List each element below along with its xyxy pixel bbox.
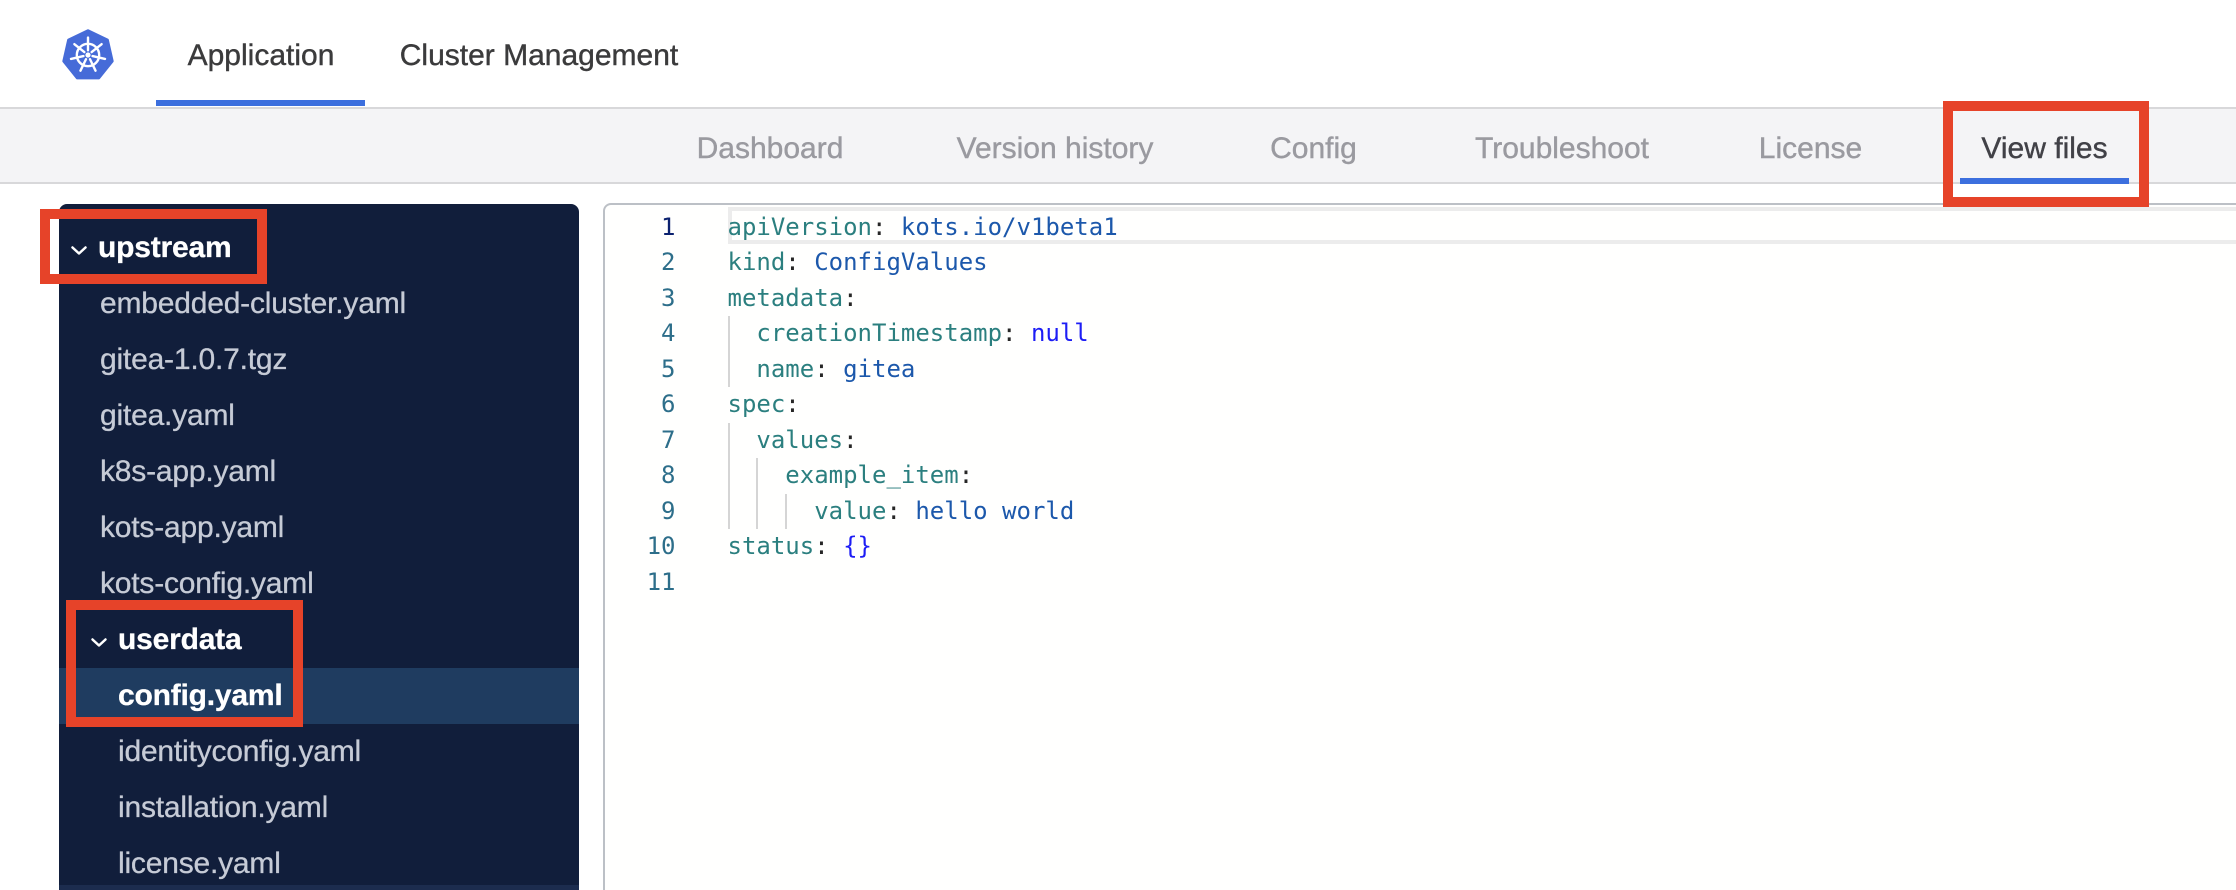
- tree-item-label: embedded-cluster.yaml: [100, 287, 406, 320]
- kubernetes-logo-icon: [62, 29, 114, 80]
- line-number-7: 7: [661, 425, 676, 454]
- line-number-3: 3: [661, 283, 676, 312]
- line-number-11: 11: [646, 567, 676, 596]
- code-token-value: ConfigValues: [799, 248, 988, 277]
- tree-item-installation.yaml[interactable]: installation.yaml: [59, 780, 579, 836]
- code-line-2: kind: ConfigValues: [728, 245, 988, 281]
- code-line-5: name: gitea: [728, 352, 916, 388]
- code-line-3: metadata:: [728, 281, 858, 317]
- kots-admin-console: Application Cluster Management Dashboard V…: [0, 0, 2236, 890]
- app-header: Application Cluster Management: [0, 0, 2236, 109]
- line-number-10: 10: [646, 532, 676, 561]
- tree-item-gitea-1.0.7.tgz[interactable]: gitea-1.0.7.tgz: [59, 332, 579, 388]
- line-number-2: 2: [661, 248, 676, 277]
- code-token-key: values: [756, 425, 844, 454]
- tree-item-k8s-app.yaml[interactable]: k8s-app.yaml: [59, 444, 579, 500]
- header-active-tab-underline: [156, 100, 365, 106]
- tree-item-kots-app.yaml[interactable]: kots-app.yaml: [59, 500, 579, 556]
- tree-item-identityconfig.yaml[interactable]: identityconfig.yaml: [59, 724, 579, 780]
- code-token-punct: :: [886, 496, 901, 525]
- subnav-tab-license[interactable]: License: [1759, 109, 1863, 182]
- line-number-9: 9: [661, 496, 676, 525]
- annotation-box-upstream-item: [40, 209, 267, 284]
- annotation-box-userdata-config-items: [66, 600, 303, 727]
- subnav-tab-troubleshoot[interactable]: Troubleshoot: [1475, 109, 1649, 182]
- code-token-key: metadata: [727, 283, 844, 312]
- code-token-punct: :: [843, 283, 858, 312]
- tree-item-label: gitea.yaml: [100, 399, 235, 432]
- tree-item-label: identityconfig.yaml: [118, 735, 361, 768]
- line-number-4: 4: [661, 319, 676, 348]
- code-token-punct: :: [843, 425, 858, 454]
- code-token-punct: :: [872, 212, 887, 241]
- line-number-5: 5: [661, 354, 676, 383]
- app-subnav: Dashboard Version history Config Troublesho…: [0, 109, 2236, 184]
- code-line-9: value: hello world: [728, 494, 1075, 530]
- code-token-value: hello world: [900, 496, 1075, 525]
- code-line-4: creationTimestamp: null: [728, 316, 1089, 352]
- code-token-key: value: [814, 496, 887, 525]
- tree-item-embedded-cluster.yaml[interactable]: embedded-cluster.yaml: [59, 276, 579, 332]
- file-tree-sidebar: upstream embedded-cluster.yaml gitea-1.0.7…: [59, 204, 579, 890]
- tree-item-label: kots-config.yaml: [100, 567, 314, 600]
- tree-item-gitea.yaml[interactable]: gitea.yaml: [59, 388, 579, 444]
- code-token-key: apiVersion: [727, 212, 873, 241]
- tree-item-label: license.yaml: [118, 847, 281, 880]
- subnav-tab-config[interactable]: Config: [1270, 109, 1357, 182]
- subnav-tab-version-history[interactable]: Version history: [956, 109, 1153, 182]
- tree-item-label: kots-app.yaml: [100, 511, 285, 544]
- code-token-const: null: [1016, 319, 1089, 348]
- code-token-value: kots.io/v1beta1: [886, 212, 1118, 241]
- code-token-value: gitea: [828, 354, 916, 383]
- subnav-tab-dashboard[interactable]: Dashboard: [696, 109, 843, 182]
- tree-item-label: installation.yaml: [118, 791, 329, 824]
- code-line-8: example_item:: [728, 458, 974, 494]
- code-token-punct: :: [958, 461, 974, 490]
- code-token-key: kind: [727, 248, 786, 277]
- tree-item-label: k8s-app.yaml: [100, 455, 277, 488]
- code-token-key: creationTimestamp: [756, 319, 1003, 348]
- line-number-8: 8: [661, 461, 676, 490]
- tree-item-label: gitea-1.0.7.tgz: [100, 343, 288, 376]
- code-line-6: spec:: [728, 387, 800, 423]
- annotation-box-view-files-tab: [1943, 101, 2149, 207]
- file-tree-scrollbar[interactable]: [59, 885, 579, 890]
- code-token-punct: :: [785, 248, 800, 277]
- code-token-key: example_item: [785, 461, 959, 490]
- header-tab-application[interactable]: Application: [187, 0, 334, 107]
- k8s-hub: [85, 52, 91, 58]
- code-editor[interactable]: 1 apiVersion: kots.io/v1beta1 2 kind: Confi…: [603, 203, 2236, 890]
- file-tree: upstream embedded-cluster.yaml gitea-1.0.7…: [59, 220, 579, 890]
- code-token-punct: :: [1002, 319, 1017, 348]
- header-tab-cluster-management[interactable]: Cluster Management: [400, 0, 679, 107]
- code-line-10: status: {}: [728, 529, 873, 565]
- line-number-1: 1: [661, 212, 676, 241]
- code-token-punct: :: [814, 532, 829, 561]
- tree-item-license.yaml[interactable]: license.yaml: [59, 836, 579, 890]
- code-token-punct: :: [785, 390, 800, 419]
- code-token-punct: [829, 532, 843, 560]
- code-token-punct: :: [814, 354, 829, 383]
- code-line-7: values:: [728, 423, 858, 459]
- code-token-key: spec: [727, 390, 786, 419]
- line-number-6: 6: [661, 390, 676, 419]
- code-token-key: status: [727, 532, 815, 561]
- subnav-active-tab-underline: [1960, 178, 2129, 184]
- code-token-key: name: [756, 354, 815, 383]
- code-token-const: {}: [843, 532, 873, 561]
- code-line-1: apiVersion: kots.io/v1beta1: [728, 210, 1118, 246]
